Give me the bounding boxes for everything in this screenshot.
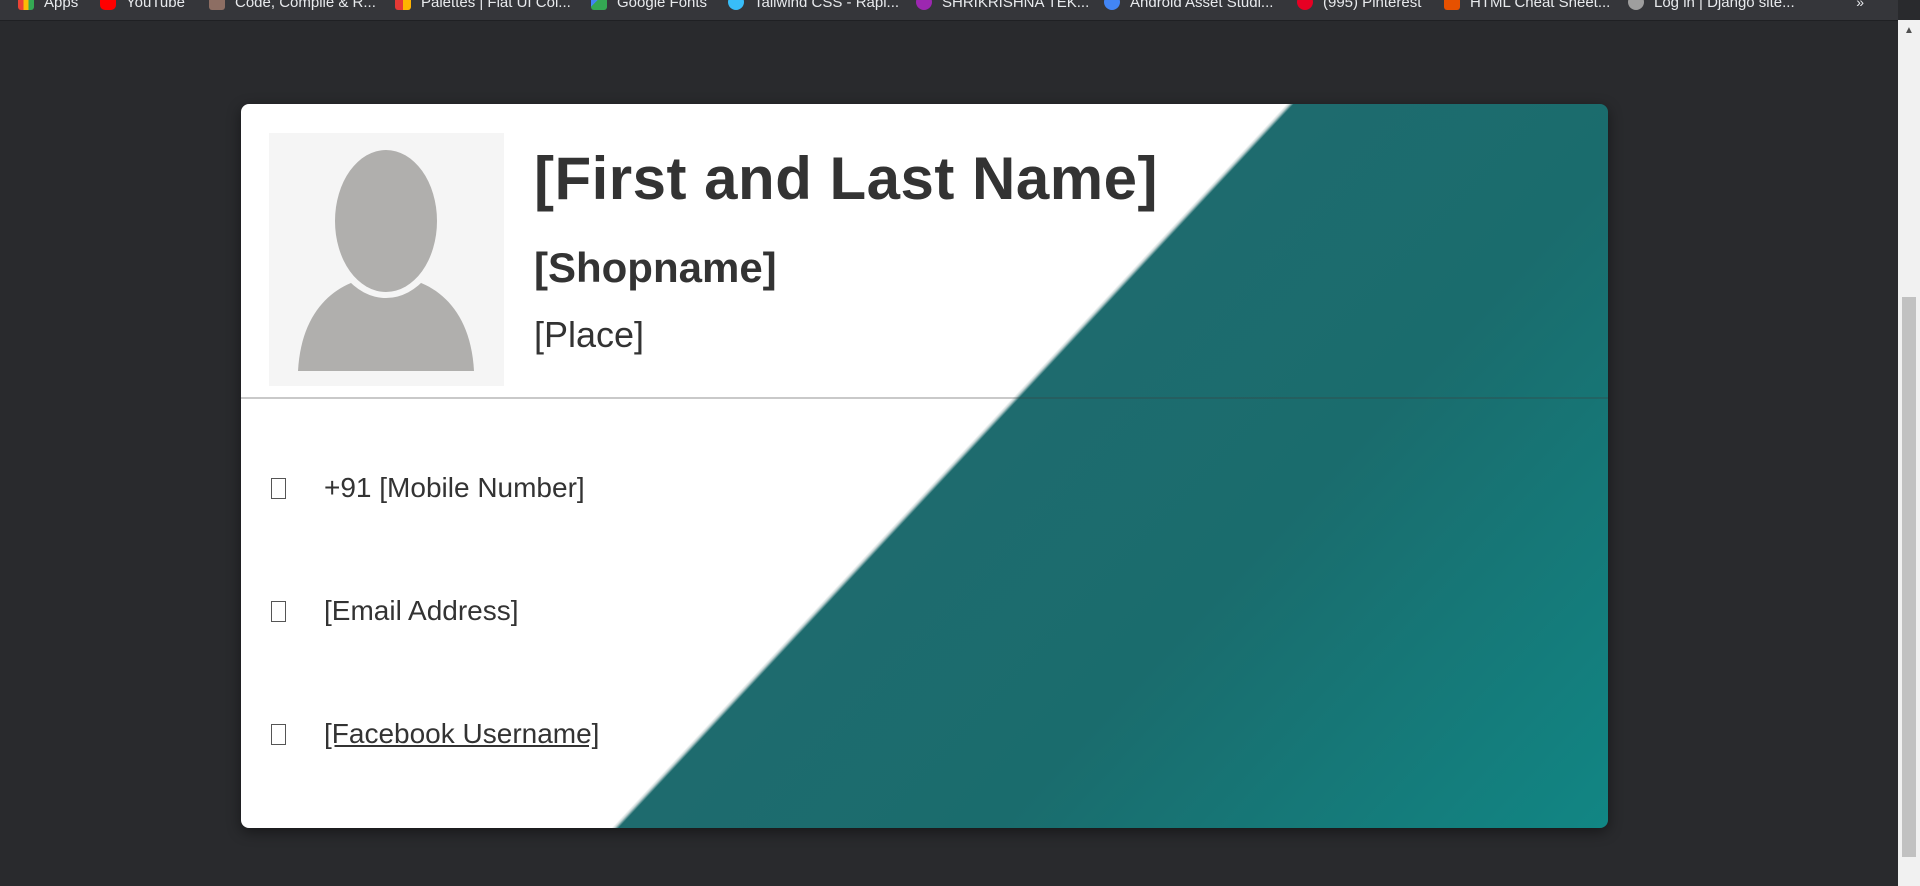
- phone-icon: [271, 477, 286, 499]
- email-icon: [271, 600, 286, 622]
- vertical-scrollbar[interactable]: ▲: [1898, 20, 1920, 886]
- bookmarks-bar: Apps YouTube Code, Compile & R... Palett…: [0, 0, 1898, 21]
- bookmark-label: Apps: [44, 0, 79, 11]
- bookmark-youtube[interactable]: YouTube: [100, 0, 185, 12]
- place: [Place]: [534, 314, 645, 355]
- apps-grid-icon: [18, 0, 34, 10]
- bookmark-label: YouTube: [126, 0, 185, 11]
- code-icon: [209, 0, 225, 10]
- contact-phone: +91 [Mobile Number]: [271, 468, 585, 508]
- contact-facebook: [Facebook Username]: [271, 714, 599, 754]
- facebook-link[interactable]: [Facebook Username]: [324, 718, 599, 750]
- bookmark-label: Google Fonts: [617, 0, 708, 11]
- bookmark-code-compile[interactable]: Code, Compile & R...: [209, 0, 376, 12]
- html-icon: [1444, 0, 1460, 10]
- bookmark-pinterest[interactable]: (995) Pinterest: [1297, 0, 1421, 12]
- divider: [241, 397, 1608, 399]
- scrollbar-thumb[interactable]: [1902, 297, 1916, 857]
- phone-number: +91 [Mobile Number]: [324, 472, 585, 503]
- youtube-icon: [100, 0, 116, 10]
- tailwind-icon: [728, 0, 744, 10]
- business-card: [First and Last Name] [Shopname] [Place]…: [241, 104, 1608, 828]
- bookmark-html-cheat[interactable]: HTML Cheat Sheet...: [1444, 0, 1610, 12]
- shrikrishna-icon: [916, 0, 932, 10]
- palette-icon: [395, 0, 411, 10]
- bookmark-label: (995) Pinterest: [1323, 0, 1422, 11]
- scroll-up-arrow-icon[interactable]: ▲: [1898, 20, 1920, 42]
- bookmark-label: SHRIKRISHNA TEK...: [942, 0, 1090, 11]
- bookmark-label: Tailwind CSS - Rapi...: [754, 0, 900, 11]
- bookmark-label: HTML Cheat Sheet...: [1470, 0, 1611, 11]
- bookmark-google-fonts[interactable]: Google Fonts: [591, 0, 707, 12]
- bookmarks-overflow-button[interactable]: »: [1856, 0, 1864, 10]
- bookmark-palettes[interactable]: Palettes | Flat UI Col...: [395, 0, 571, 12]
- android-studio-icon: [1104, 0, 1120, 10]
- django-icon: [1628, 0, 1644, 10]
- bookmark-label: Log in | Django site...: [1654, 0, 1795, 11]
- email-address: [Email Address]: [324, 595, 519, 626]
- facebook-icon: [271, 723, 286, 745]
- bookmark-label: Code, Compile & R...: [235, 0, 376, 11]
- bookmark-tailwind[interactable]: Tailwind CSS - Rapi...: [728, 0, 899, 12]
- contact-email: [Email Address]: [271, 591, 519, 631]
- bookmark-django[interactable]: Log in | Django site...: [1628, 0, 1795, 12]
- bookmark-android-asset[interactable]: Android Asset Studi...: [1104, 0, 1273, 12]
- bookmark-label: Palettes | Flat UI Col...: [421, 0, 571, 11]
- pinterest-icon: [1297, 0, 1313, 10]
- bookmark-shrikrishna[interactable]: SHRIKRISHNA TEK...: [916, 0, 1089, 12]
- avatar-placeholder: [269, 133, 504, 386]
- bookmark-apps[interactable]: Apps: [18, 0, 78, 12]
- person-name: [First and Last Name]: [534, 145, 1158, 212]
- google-fonts-icon: [591, 0, 607, 10]
- shop-name: [Shopname]: [534, 244, 777, 291]
- bookmark-label: Android Asset Studi...: [1130, 0, 1274, 11]
- person-silhouette-icon: [269, 133, 504, 386]
